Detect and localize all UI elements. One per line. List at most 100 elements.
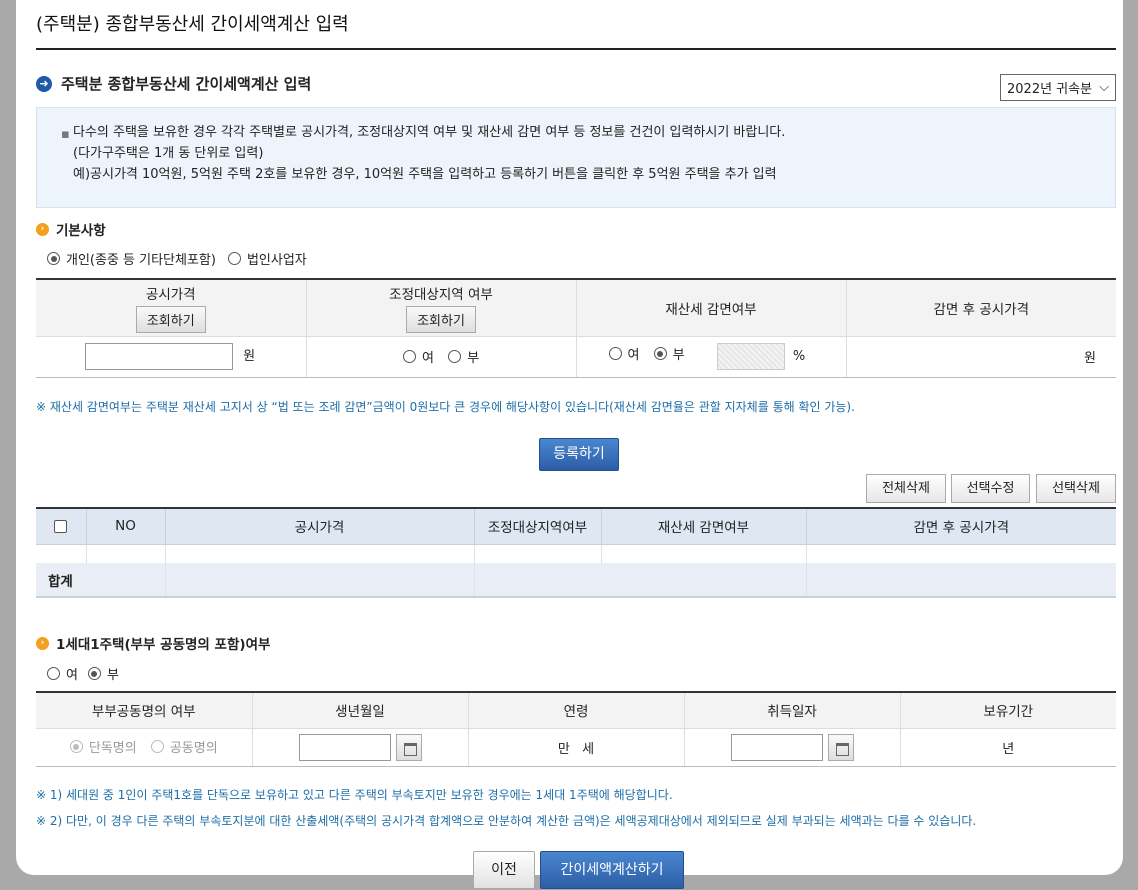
sum-label: 합계 — [36, 563, 166, 598]
col-reduction: 재산세 감면여부 — [576, 279, 847, 337]
radio-adj-no[interactable]: 부 — [448, 347, 479, 366]
radio-corporation[interactable]: 법인사업자 — [227, 249, 307, 268]
col-age: 연령 — [468, 692, 685, 729]
radio-reduce-no[interactable]: 부 — [653, 344, 685, 363]
radio-unchecked-icon — [608, 347, 622, 360]
col-adjusted-area: 조정대상지역여부 — [474, 508, 602, 545]
unit-percent: % — [792, 349, 806, 364]
radio-one-house-yes[interactable]: 여 — [47, 664, 78, 683]
one-house-heading: › 1세대1주택(부부 공동명의 포함)여부 — [36, 633, 270, 653]
owner-table: 부부공동명의 여부 생년월일 연령 취득일자 보유기간 단독명의 공동명의 만 … — [36, 691, 1116, 767]
radio-adj-yes[interactable]: 여 — [402, 347, 434, 366]
price-input[interactable] — [85, 343, 233, 370]
one-house-title: 1세대1주택(부부 공동명의 포함)여부 — [56, 637, 271, 653]
col-label: 조정대상지역 여부 — [389, 286, 493, 303]
radio-label: 단독명의 — [88, 741, 137, 756]
col-after-reduction: 감면 후 공시가격 — [806, 508, 1116, 545]
col-label: 공시가격 — [145, 286, 196, 303]
radio-unchecked-icon — [448, 349, 462, 363]
section-title: 주택분 종합부동산세 간이세액계산 입력 — [61, 75, 312, 93]
radio-label: 개인(종중 등 기타단체포함) — [66, 253, 216, 268]
holding-cell: 년 — [900, 728, 1116, 767]
joint-cell: 단독명의 공동명의 — [36, 728, 253, 767]
notice-line: 예)공시가격 10억원, 5억원 주택 2호를 보유한 경우, 10억원 주택을… — [73, 167, 777, 182]
price-cell: 원 — [36, 336, 307, 378]
input-table: 공시가격 조회하기 조정대상지역 여부 조회하기 재산세 감면여부 감면 후 공… — [36, 278, 1116, 378]
after-reduction-cell: 원 — [846, 336, 1116, 378]
register-button[interactable]: 등록하기 — [539, 438, 619, 471]
reduction-cell: 여 부 % — [576, 336, 847, 378]
radio-checked-icon — [69, 740, 83, 753]
col-price: 공시가격 — [165, 508, 475, 545]
radio-label: 여 — [421, 350, 434, 366]
radio-unchecked-icon — [47, 667, 60, 680]
unit-won: 원 — [243, 349, 256, 364]
radio-checked-icon — [87, 667, 101, 680]
col-acquisition: 취득일자 — [684, 692, 901, 729]
year-select-value: 2022년 귀속분 — [1007, 82, 1093, 97]
bullet-icon: ▪ — [61, 127, 70, 142]
arrow-right-circle-icon: ➜ — [36, 75, 52, 92]
chevron-down-icon: ⌵ — [1099, 80, 1109, 95]
radio-label: 부 — [672, 348, 685, 363]
age-cell: 만 세 — [468, 728, 685, 767]
orange-arrow-icon: › — [36, 636, 49, 650]
orange-arrow-icon: › — [36, 222, 49, 236]
select-all-checkbox[interactable] — [54, 519, 68, 533]
unit-won: 원 — [1084, 351, 1096, 366]
sum-after — [806, 563, 1116, 598]
sum-price — [165, 563, 475, 598]
edit-selected-button[interactable]: 선택수정 — [951, 474, 1030, 503]
one-house-options: 여 부 — [47, 664, 119, 683]
radio-unchecked-icon — [150, 740, 164, 753]
radio-one-house-no[interactable]: 부 — [87, 664, 119, 683]
delete-selected-button[interactable]: 선택삭제 — [1036, 474, 1116, 503]
price-lookup-button[interactable]: 조회하기 — [135, 305, 206, 333]
col-birth: 생년월일 — [252, 692, 469, 729]
radio-checked-icon — [653, 347, 667, 360]
acquisition-date-input[interactable] — [730, 733, 823, 761]
col-reduction: 재산세 감면여부 — [601, 508, 807, 545]
radio-unchecked-icon — [227, 252, 241, 265]
radio-label: 법인사업자 — [246, 253, 307, 268]
taxpayer-type: 개인(종중 등 기타단체포함) 법인사업자 — [47, 249, 307, 268]
radio-joint-owner[interactable]: 공동명의 — [150, 737, 218, 756]
calendar-icon[interactable] — [827, 733, 854, 761]
sum-mid — [474, 563, 807, 598]
sum-row: 합계 — [36, 563, 1116, 598]
adjusted-area-cell: 여 부 — [306, 336, 577, 378]
dialog: (주택분) 종합부동산세 간이세액계산 입력 ➜ 주택분 종합부동산세 간이세액… — [16, 0, 1123, 889]
prev-button[interactable]: 이전 — [473, 851, 535, 889]
col-adjusted-area: 조정대상지역 여부 조회하기 — [306, 279, 577, 337]
col-no: NO — [86, 508, 166, 545]
radio-single-owner[interactable]: 단독명의 — [69, 737, 137, 756]
radio-checked-icon — [47, 252, 60, 265]
birth-cell — [252, 728, 469, 767]
radio-label: 여 — [627, 348, 640, 363]
radio-individual[interactable]: 개인(종중 등 기타단체포함) — [47, 249, 216, 268]
radio-reduce-yes[interactable]: 여 — [608, 344, 640, 363]
calculate-button[interactable]: 간이세액계산하기 — [540, 851, 684, 889]
birth-date-input[interactable] — [298, 733, 391, 761]
reduction-note: ※ 재산세 감면여부는 주택분 재산세 고지서 상 “법 또는 조례 감면”금액… — [36, 400, 855, 414]
title-divider — [36, 48, 1116, 50]
delete-all-button[interactable]: 전체삭제 — [866, 474, 946, 503]
reduction-rate-input — [716, 343, 785, 370]
empty-row — [36, 544, 1116, 563]
notice-line: (다가구주택은 1개 동 단위로 입력) — [73, 146, 264, 161]
year-select[interactable]: 2022년 귀속분 ⌵ — [1000, 74, 1116, 101]
registered-list-table: NO 공시가격 조정대상지역여부 재산세 감면여부 감면 후 공시가격 합계 — [36, 507, 1116, 598]
notice-box: ▪ 다수의 주택을 보유한 경우 각각 주택별로 공시가격, 조정대상지역 여부… — [36, 107, 1116, 208]
col-checkbox — [36, 508, 87, 545]
col-holding: 보유기간 — [900, 692, 1116, 729]
area-lookup-button[interactable]: 조회하기 — [406, 305, 476, 333]
radio-label: 부 — [467, 350, 480, 366]
calendar-icon[interactable] — [395, 733, 422, 761]
radio-unchecked-icon — [402, 349, 416, 363]
col-after-reduction: 감면 후 공시가격 — [846, 279, 1116, 337]
acquisition-cell — [684, 728, 901, 767]
col-joint: 부부공동명의 여부 — [36, 692, 253, 729]
radio-label: 부 — [106, 668, 119, 683]
basic-title: 기본사항 — [56, 223, 106, 239]
basic-heading: › 기본사항 — [36, 219, 106, 239]
